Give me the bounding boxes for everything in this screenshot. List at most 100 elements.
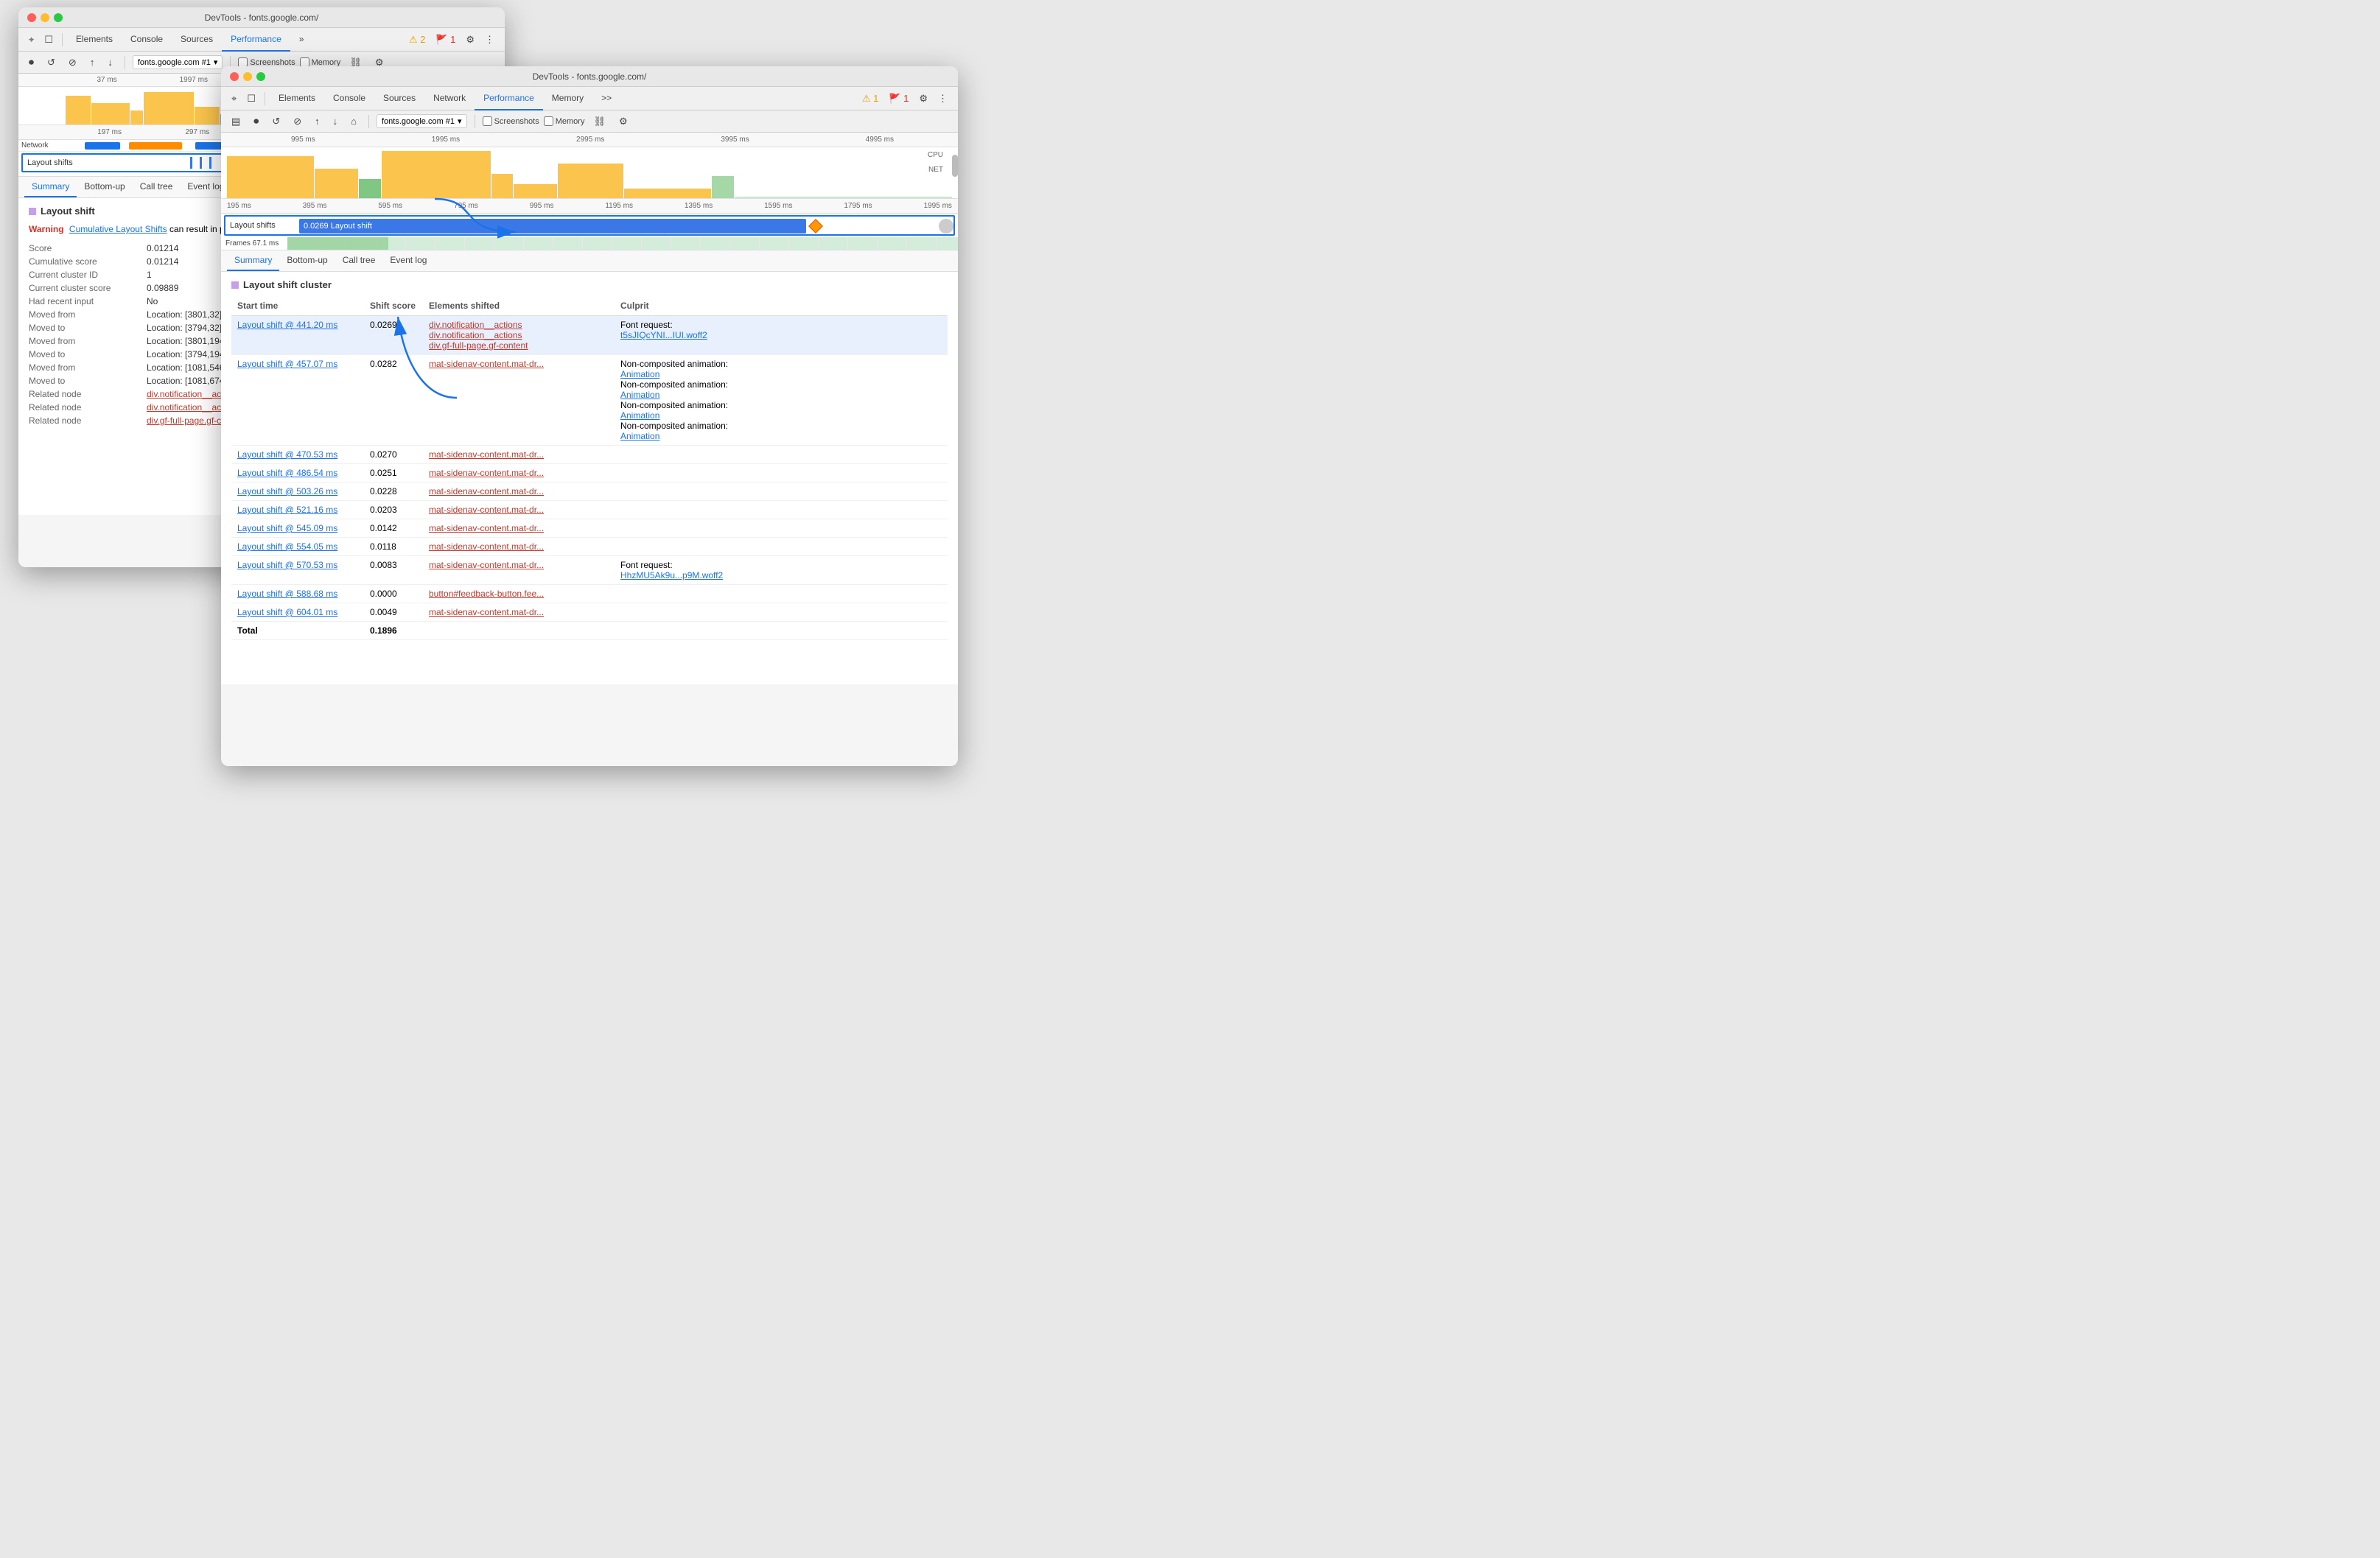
summary-tab-2[interactable]: Summary bbox=[227, 250, 279, 271]
upload-btn-2[interactable]: ↑ bbox=[310, 113, 324, 130]
more-icon-2[interactable]: ⋮ bbox=[934, 90, 952, 108]
call-tree-tab-1[interactable]: Call tree bbox=[133, 177, 181, 197]
row2-start-time[interactable]: Layout shift @ 457.07 ms bbox=[237, 359, 337, 369]
cpu-label-2: CPU bbox=[928, 151, 943, 159]
row7-start[interactable]: Layout shift @ 545.09 ms bbox=[237, 523, 337, 533]
tab-network-2[interactable]: Network bbox=[424, 87, 475, 110]
row9-font-link[interactable]: HhzMU5Ak9u...p9M.woff2 bbox=[620, 570, 942, 580]
error-icon-2[interactable]: 🚩 1 bbox=[884, 90, 913, 108]
cursor-icon[interactable]: ⌖ bbox=[24, 31, 38, 49]
close-button-1[interactable] bbox=[27, 13, 36, 22]
row10-el[interactable]: button#feedback-button.fee... bbox=[429, 589, 544, 599]
row3-el[interactable]: mat-sidenav-content.mat-dr... bbox=[429, 449, 544, 460]
tab-memory-2[interactable]: Memory bbox=[543, 87, 592, 110]
reload-btn-2[interactable]: ↺ bbox=[267, 113, 284, 130]
reload-btn-1[interactable]: ↺ bbox=[43, 54, 60, 71]
row3-start[interactable]: Layout shift @ 470.53 ms bbox=[237, 449, 337, 460]
tab-more-2[interactable]: >> bbox=[592, 87, 620, 110]
moved-to-2-label: Moved to bbox=[29, 349, 147, 359]
total-label: Total bbox=[231, 622, 364, 640]
tab-sources-2[interactable]: Sources bbox=[374, 87, 424, 110]
warning-icon-2[interactable]: ⚠ 1 bbox=[858, 90, 883, 108]
row10-start[interactable]: Layout shift @ 588.68 ms bbox=[237, 589, 337, 599]
inspector-icon[interactable]: ☐ bbox=[40, 31, 57, 49]
network-icon-2[interactable]: ⛓ bbox=[589, 113, 610, 130]
row6-el[interactable]: mat-sidenav-content.mat-dr... bbox=[429, 505, 544, 515]
row5-el[interactable]: mat-sidenav-content.mat-dr... bbox=[429, 486, 544, 496]
tab-more-1[interactable]: » bbox=[290, 28, 313, 52]
upload-btn-1[interactable]: ↑ bbox=[85, 54, 99, 71]
row4-el[interactable]: mat-sidenav-content.mat-dr... bbox=[429, 468, 544, 478]
row1-el-3[interactable]: div.gf-full-page.gf-content bbox=[429, 340, 609, 351]
row2-anim-2[interactable]: Animation bbox=[620, 390, 942, 400]
event-log-tab-2[interactable]: Event log bbox=[382, 250, 434, 271]
row2-el-1[interactable]: mat-sidenav-content.mat-dr... bbox=[429, 359, 544, 369]
row6-start[interactable]: Layout shift @ 521.16 ms bbox=[237, 505, 337, 515]
row1-el-1[interactable]: div.notification__actions bbox=[429, 320, 609, 330]
related-2-label: Related node bbox=[29, 402, 147, 413]
scrollbar-thumb-2[interactable] bbox=[952, 155, 958, 177]
home-btn-2[interactable]: ⌂ bbox=[346, 113, 361, 130]
clear-btn-2[interactable]: ⊘ bbox=[289, 113, 306, 130]
window-title-2: DevTools - fonts.google.com/ bbox=[533, 71, 647, 82]
row8-start[interactable]: Layout shift @ 554.05 ms bbox=[237, 541, 337, 552]
row8-el[interactable]: mat-sidenav-content.mat-dr... bbox=[429, 541, 544, 552]
panel-icon-2[interactable]: ▤ bbox=[227, 113, 245, 130]
url-selector-2[interactable]: fonts.google.com #1 ▾ bbox=[377, 114, 467, 128]
tab-elements-1[interactable]: Elements bbox=[67, 28, 122, 52]
record-btn-1[interactable]: ⏺ bbox=[24, 53, 38, 71]
layout-shifts-row-2[interactable]: Layout shifts 0.0269 Layout shift bbox=[224, 215, 955, 236]
more-icon-1[interactable]: ⋮ bbox=[480, 31, 499, 49]
moved-to-1-label: Moved to bbox=[29, 323, 147, 333]
download-btn-2[interactable]: ↓ bbox=[329, 113, 343, 130]
row4-start[interactable]: Layout shift @ 486.54 ms bbox=[237, 468, 337, 478]
row1-start-time[interactable]: Layout shift @ 441.20 ms bbox=[237, 320, 337, 330]
warning-icon-1[interactable]: ⚠ 2 bbox=[405, 31, 430, 49]
inspector-icon-2[interactable]: ☐ bbox=[242, 90, 260, 108]
memory-toggle-2[interactable]: Memory bbox=[544, 116, 585, 126]
cls-link-1[interactable]: Cumulative Layout Shifts bbox=[69, 224, 167, 234]
summary-tab-1[interactable]: Summary bbox=[24, 177, 77, 197]
error-icon-1[interactable]: 🚩 1 bbox=[431, 31, 460, 49]
screenshots-checkbox-2[interactable] bbox=[483, 116, 492, 126]
minimize-button-2[interactable] bbox=[243, 72, 252, 81]
row9-el[interactable]: mat-sidenav-content.mat-dr... bbox=[429, 560, 544, 570]
row1-culprit-link-1[interactable]: t5sJIQcYNI...IUI.woff2 bbox=[620, 330, 942, 340]
devtools-window-2: DevTools - fonts.google.com/ ⌖ ☐ Element… bbox=[221, 66, 958, 766]
row1-el-2[interactable]: div.notification__actions bbox=[429, 330, 609, 340]
row5-start[interactable]: Layout shift @ 503.26 ms bbox=[237, 486, 337, 496]
section-title-text-1: Layout shift bbox=[41, 206, 95, 217]
settings-icon-1[interactable]: ⚙ bbox=[461, 31, 479, 49]
settings-icon-2[interactable]: ⚙ bbox=[914, 90, 932, 108]
memory-checkbox-2[interactable] bbox=[544, 116, 553, 126]
maximize-button-2[interactable] bbox=[256, 72, 265, 81]
tab-elements-2[interactable]: Elements bbox=[270, 87, 324, 110]
row3-score: 0.0270 bbox=[364, 446, 423, 464]
row11-el[interactable]: mat-sidenav-content.mat-dr... bbox=[429, 607, 544, 617]
cursor-icon-2[interactable]: ⌖ bbox=[227, 90, 241, 108]
row2-anim-3[interactable]: Animation bbox=[620, 410, 942, 421]
tab-console-2[interactable]: Console bbox=[324, 87, 374, 110]
scroll-indicator[interactable] bbox=[939, 219, 953, 234]
row9-start[interactable]: Layout shift @ 570.53 ms bbox=[237, 560, 337, 570]
close-button-2[interactable] bbox=[230, 72, 239, 81]
download-btn-1[interactable]: ↓ bbox=[103, 54, 117, 71]
bottom-up-tab-1[interactable]: Bottom-up bbox=[77, 177, 132, 197]
maximize-button-1[interactable] bbox=[54, 13, 63, 22]
settings2-icon-2[interactable]: ⚙ bbox=[615, 113, 632, 130]
call-tree-tab-2[interactable]: Call tree bbox=[335, 250, 383, 271]
minimize-button-1[interactable] bbox=[41, 13, 49, 22]
row2-anim-1[interactable]: Animation bbox=[620, 369, 942, 379]
bottom-up-tab-2[interactable]: Bottom-up bbox=[279, 250, 335, 271]
tab-performance-2[interactable]: Performance bbox=[475, 87, 543, 110]
row11-start[interactable]: Layout shift @ 604.01 ms bbox=[237, 607, 337, 617]
screenshots-toggle-2[interactable]: Screenshots bbox=[483, 116, 539, 126]
row7-el[interactable]: mat-sidenav-content.mat-dr... bbox=[429, 523, 544, 533]
tab-performance-1[interactable]: Performance bbox=[222, 28, 290, 52]
clear-btn-1[interactable]: ⊘ bbox=[64, 54, 81, 71]
row2-anim-4[interactable]: Animation bbox=[620, 431, 942, 441]
url-selector-1[interactable]: fonts.google.com #1 ▾ bbox=[133, 55, 223, 69]
record-btn-2[interactable]: ⏺ bbox=[249, 112, 263, 130]
tab-console-1[interactable]: Console bbox=[122, 28, 172, 52]
tab-sources-1[interactable]: Sources bbox=[172, 28, 222, 52]
